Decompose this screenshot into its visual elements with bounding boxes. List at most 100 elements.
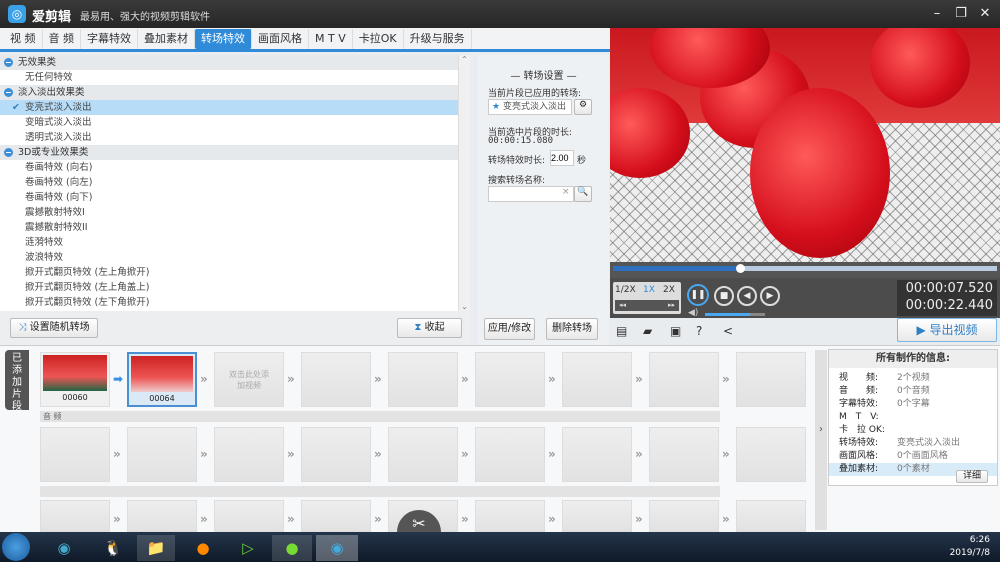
next-frame-button[interactable]: ▶ [760, 286, 780, 306]
taskbar-aijianji-icon[interactable]: ◉ [316, 535, 358, 561]
effect-item[interactable]: 无任何特效 [0, 70, 470, 85]
effect-item[interactable]: 卷画特效 (向下) [0, 190, 470, 205]
transition-options-button[interactable]: ⚙ [574, 99, 592, 115]
stop-button[interactable]: ■ [714, 286, 734, 306]
taskbar-green-app-icon[interactable]: ● [272, 535, 312, 561]
detail-button[interactable]: 详细 [956, 470, 988, 483]
seek-handle[interactable] [735, 264, 745, 273]
pause-button[interactable]: ❚❚ [687, 284, 709, 306]
start-button[interactable] [2, 533, 30, 561]
tab-2[interactable]: 字幕特效 [81, 28, 138, 49]
video-clip[interactable]: 00060 [40, 352, 110, 407]
empty-slot[interactable] [736, 427, 806, 482]
close-icon[interactable]: ✕ [976, 5, 994, 23]
taskbar-video-app-icon[interactable]: ◉ [46, 535, 82, 561]
empty-slot[interactable] [475, 500, 545, 532]
effect-list-scrollbar[interactable]: ⌃ ⌄ [458, 55, 470, 311]
collapse-group-icon[interactable] [4, 88, 13, 97]
tab-5[interactable]: 画面风格 [252, 28, 309, 49]
added-clips-tab[interactable]: 已添加片段 [5, 350, 29, 412]
speed-2x[interactable]: 2X [663, 285, 675, 295]
empty-slot[interactable] [40, 500, 110, 532]
effect-item[interactable]: 变亮式淡入淡出 [0, 100, 470, 115]
effect-item[interactable]: 卷画特效 (向右) [0, 160, 470, 175]
expand-info-icon[interactable]: › [815, 350, 827, 530]
apply-button[interactable]: 应用/修改 [484, 318, 535, 340]
add-video-slot[interactable]: 双击此处添加视频 [214, 352, 284, 407]
tab-6[interactable]: M T V [309, 28, 353, 49]
effect-group[interactable]: 无效果类 [0, 55, 470, 70]
volume-icon[interactable]: ◀) [688, 308, 698, 318]
tab-7[interactable]: 卡拉OK [353, 28, 404, 49]
empty-slot[interactable] [649, 427, 719, 482]
empty-slot[interactable] [214, 427, 284, 482]
save-icon[interactable]: ▣ [670, 324, 681, 338]
video-preview[interactable] [610, 28, 1000, 262]
taskbar-player-icon[interactable]: ▷ [230, 535, 266, 561]
seek-bar[interactable] [610, 262, 1000, 278]
delete-transition-button[interactable]: 删除转场 [546, 318, 598, 340]
video-clip[interactable]: 00064 [127, 352, 197, 407]
empty-slot[interactable] [475, 352, 545, 407]
effect-item[interactable]: 掀开式翻页特效 (左下角掀开) [0, 295, 470, 310]
effect-item[interactable]: 变暗式淡入淡出 [0, 115, 470, 130]
empty-slot[interactable] [301, 427, 371, 482]
speed-half[interactable]: 1/2X [615, 285, 636, 295]
effect-item[interactable]: 震撼散射特效II [0, 220, 470, 235]
export-video-button[interactable]: ▶ 导出视频 [897, 318, 997, 342]
effect-item[interactable]: 掀开式翻页特效 (左上角掀开) [0, 265, 470, 280]
empty-slot[interactable] [127, 500, 197, 532]
tab-3[interactable]: 叠加素材 [138, 28, 195, 49]
effect-item[interactable]: 涟漪特效 [0, 235, 470, 250]
effect-group[interactable]: 3D或专业效果类 [0, 145, 470, 160]
prev-frame-button[interactable]: ◀ [737, 286, 757, 306]
effect-item[interactable]: 震撼散射特效I [0, 205, 470, 220]
empty-slot[interactable] [475, 427, 545, 482]
effect-item[interactable]: 掀开式翻页特效 (左上角盖上) [0, 280, 470, 295]
speed-1x[interactable]: 1X [643, 285, 655, 295]
empty-slot[interactable] [736, 500, 806, 532]
random-transition-button[interactable]: ⤨ 设置随机转场 [10, 318, 98, 338]
collapse-button[interactable]: ⧗ 收起 [397, 318, 462, 338]
empty-slot[interactable] [301, 500, 371, 532]
help-icon[interactable]: ? [696, 324, 702, 338]
volume-slider[interactable] [705, 313, 765, 316]
minimize-icon[interactable]: – [928, 5, 946, 23]
empty-slot[interactable] [214, 500, 284, 532]
empty-slot[interactable] [388, 352, 458, 407]
tab-4[interactable]: 转场特效 [195, 28, 252, 49]
empty-slot[interactable] [562, 500, 632, 532]
empty-slot[interactable] [388, 427, 458, 482]
clear-icon[interactable]: × [562, 187, 570, 197]
tab-1[interactable]: 音 频 [43, 28, 81, 49]
scroll-down-icon[interactable]: ⌄ [459, 302, 470, 311]
speed-slider[interactable]: ◂◂ ▸▸ [615, 300, 679, 311]
share-icon[interactable]: < [723, 324, 733, 338]
empty-slot[interactable] [127, 427, 197, 482]
empty-slot[interactable] [301, 352, 371, 407]
empty-slot[interactable] [736, 352, 806, 407]
effect-item[interactable]: 透明式淡入淡出 [0, 130, 470, 145]
search-button[interactable]: 🔍 [574, 186, 592, 202]
empty-slot[interactable] [40, 427, 110, 482]
collapse-group-icon[interactable] [4, 148, 13, 157]
restore-icon[interactable]: ❐ [952, 5, 970, 23]
taskbar-qq-icon[interactable]: 🐧 [95, 535, 131, 561]
collapse-group-icon[interactable] [4, 58, 13, 67]
tab-0[interactable]: 视 频 [4, 28, 43, 49]
open-folder-icon[interactable]: ▰ [643, 324, 652, 338]
transition-arrow-icon[interactable]: ➡ [113, 372, 123, 386]
effect-length-input[interactable] [550, 150, 574, 166]
empty-slot[interactable] [562, 352, 632, 407]
effect-group[interactable]: 淡入淡出效果类 [0, 85, 470, 100]
effect-item[interactable]: 卷画特效 (向左) [0, 175, 470, 190]
system-clock[interactable]: 6:26 2019/7/8 [940, 534, 990, 560]
empty-slot[interactable] [649, 500, 719, 532]
new-project-icon[interactable]: ▤ [616, 324, 627, 338]
empty-slot[interactable] [562, 427, 632, 482]
empty-slot[interactable] [649, 352, 719, 407]
effect-item[interactable]: 波浪特效 [0, 250, 470, 265]
tab-8[interactable]: 升级与服务 [404, 28, 472, 49]
taskbar-firefox-icon[interactable]: ● [185, 535, 221, 561]
taskbar-explorer-icon[interactable]: 📁 [137, 535, 175, 561]
